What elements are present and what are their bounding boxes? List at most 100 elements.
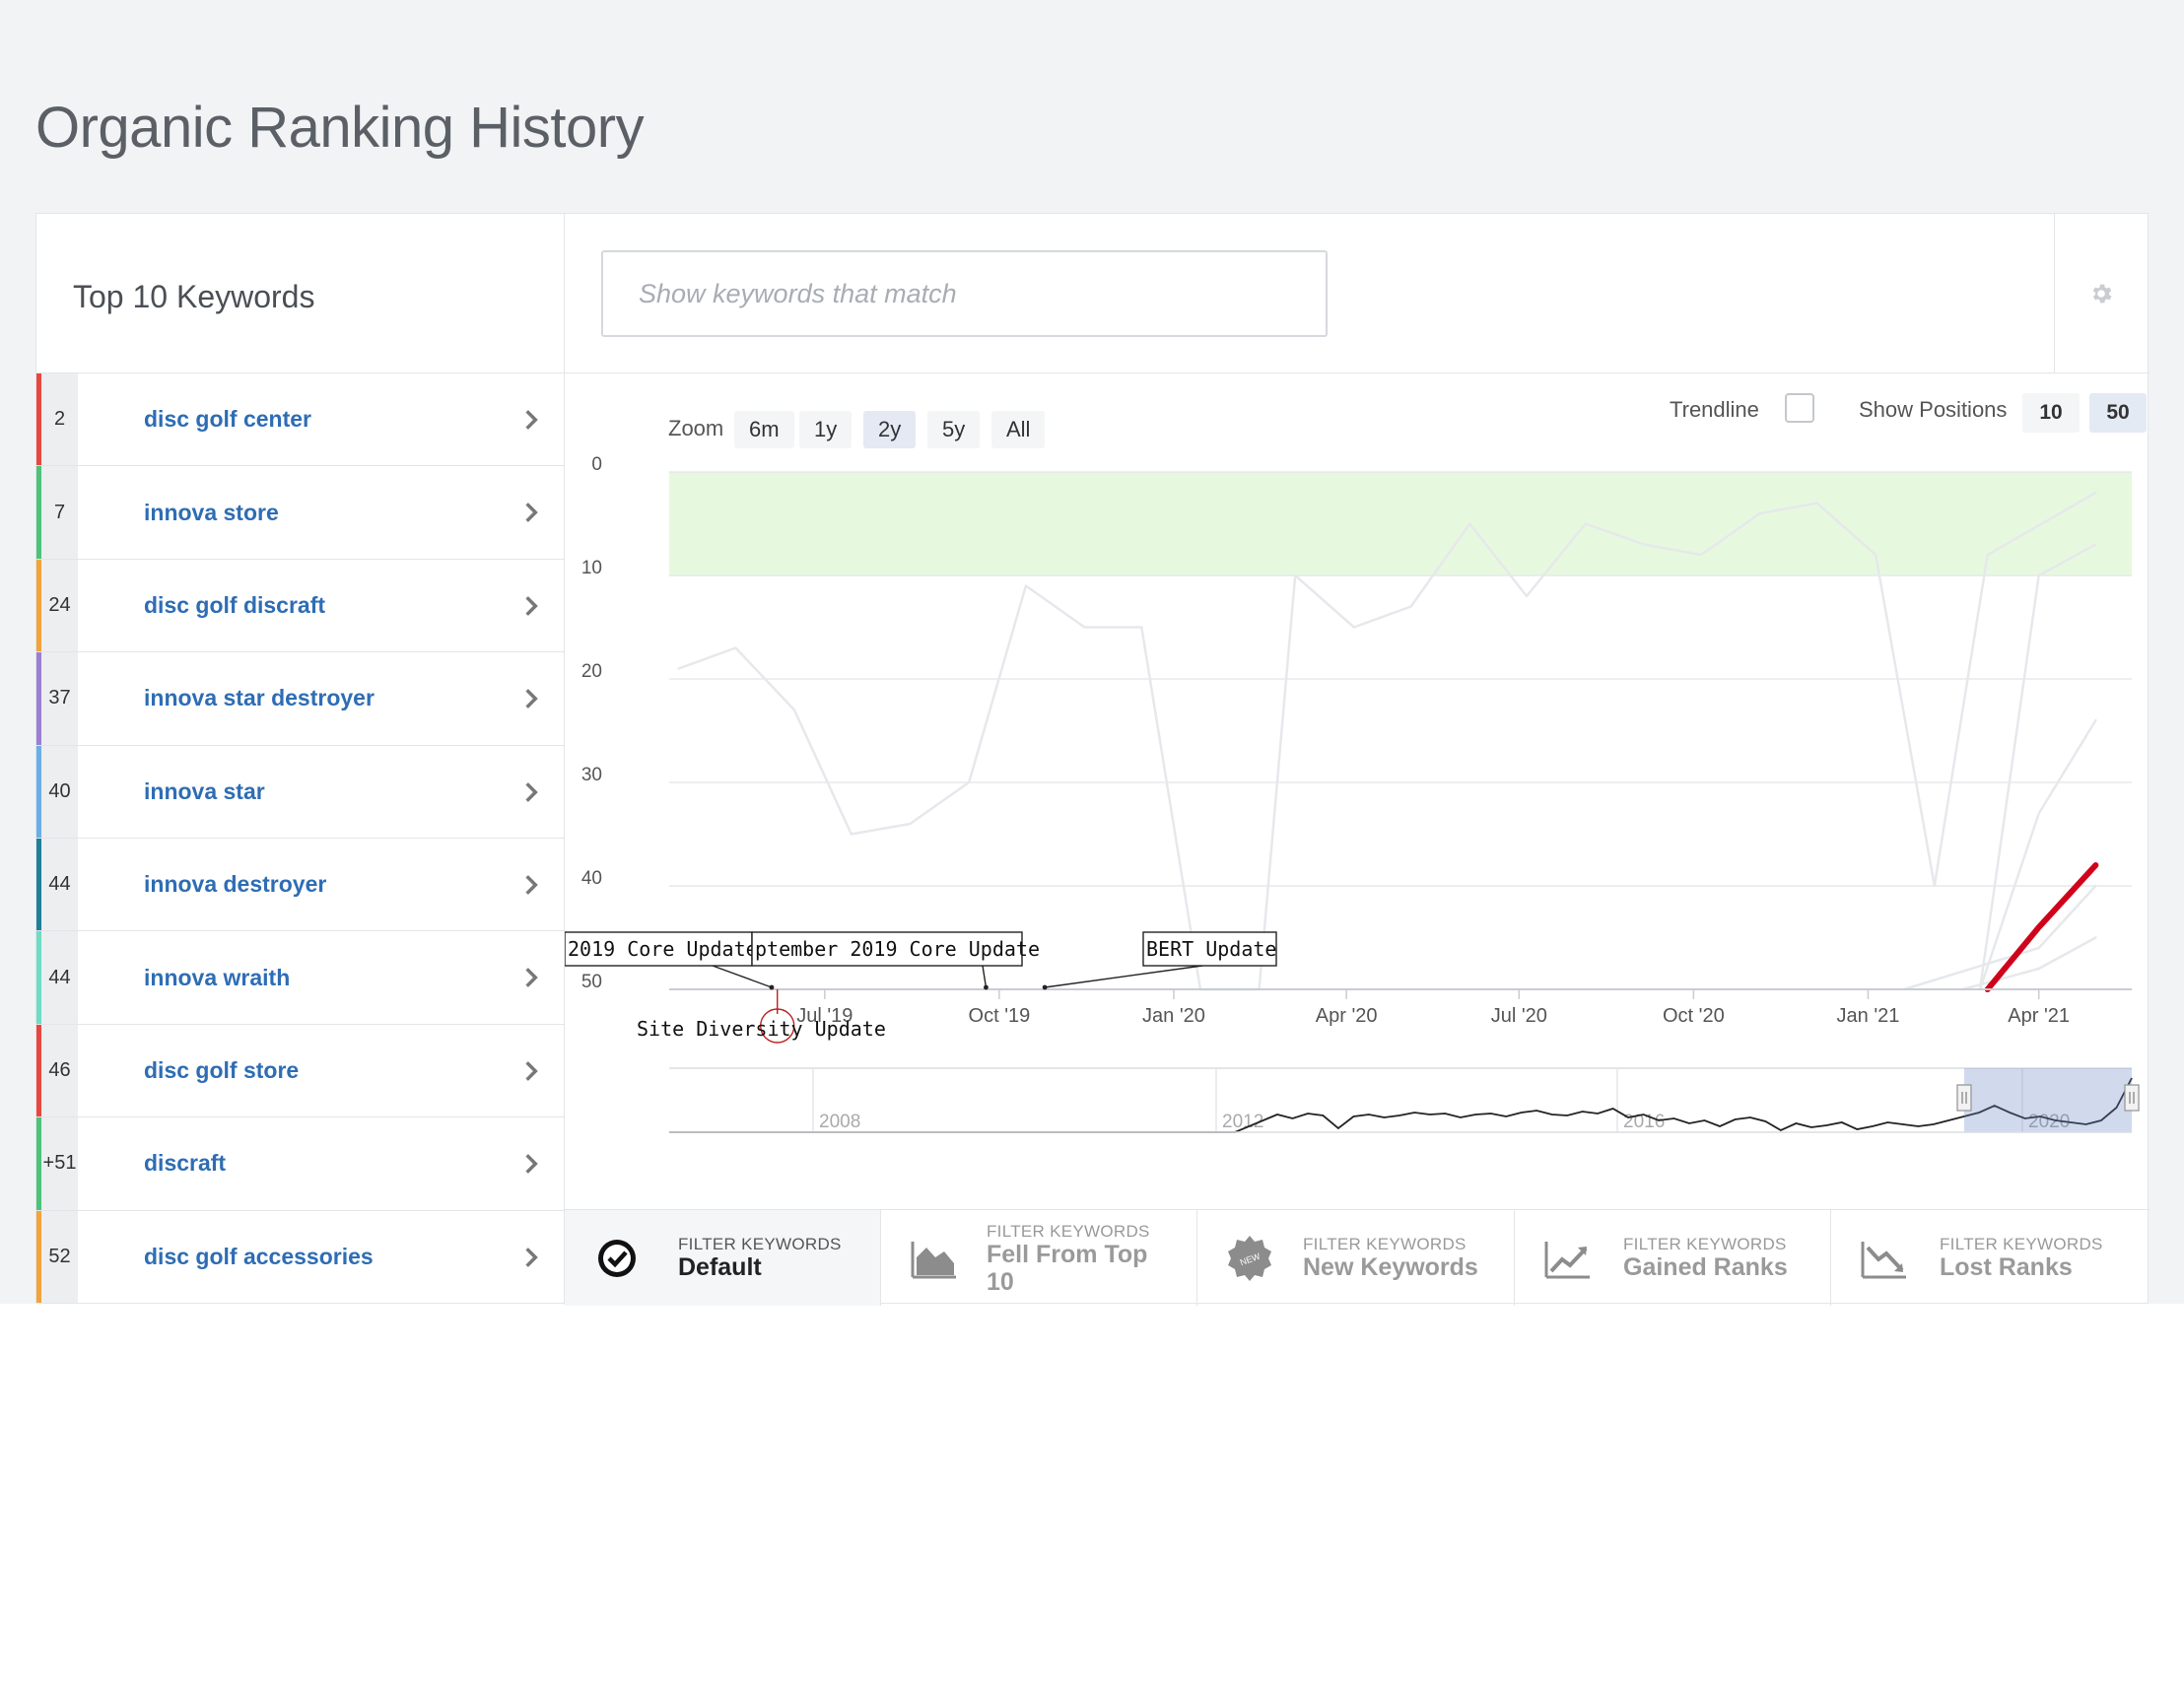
annotation-connector [712, 965, 773, 988]
filter-tab-fell-from-top-10[interactable]: FILTER KEYWORDS Fell From Top 10 [881, 1210, 1197, 1306]
navigator-handle[interactable] [2124, 1084, 2140, 1112]
annotation-flag-label: ptember 2019 Core Update [755, 937, 1040, 961]
new-badge-icon: NEW [1228, 1236, 1271, 1281]
area-chart-icon [911, 1242, 956, 1279]
annotation-point [769, 984, 775, 990]
x-tick-label: Jan '20 [1142, 1005, 1205, 1027]
keyword-rank: 52 [41, 1210, 78, 1303]
filter-tab-label: Gained Ranks [1623, 1253, 1788, 1281]
keyword-row[interactable]: 40 innova star [36, 745, 564, 839]
keyword-rank: 44 [41, 931, 78, 1024]
filter-tab-default[interactable]: FILTER KEYWORDS Default [565, 1210, 881, 1306]
filter-tab-label: Lost Ranks [1940, 1253, 2073, 1281]
filter-tab-label: New Keywords [1303, 1253, 1478, 1281]
ranking-chart-area: Zoom 6m 1y 2y 5y All Trendline Show Position… [565, 373, 2150, 1209]
keyword-rank: 46 [41, 1024, 78, 1117]
chevron-right-icon [525, 689, 538, 709]
keyword-row[interactable]: 44 innova destroyer [36, 838, 564, 932]
navigator-selection [1964, 1068, 2132, 1132]
keyword-rank: 40 [41, 745, 78, 838]
chevron-right-icon [525, 875, 538, 895]
keyword-label: innova wraith [144, 964, 291, 990]
keyword-list: 2 disc golf center 7 innova store 24 disc gol… [36, 373, 565, 1305]
filter-small-label: FILTER KEYWORDS [1623, 1235, 1787, 1253]
filter-tab-gained-ranks[interactable]: FILTER KEYWORDS Gained Ranks [1515, 1210, 1831, 1306]
keyword-rank: 44 [41, 838, 78, 931]
keywords-title: Top 10 Keywords [73, 279, 315, 314]
annotation-flag-label: BERT Update [1146, 937, 1276, 961]
annotation-point [984, 984, 989, 990]
top-10-band [669, 472, 2132, 575]
chevron-right-icon [525, 503, 538, 523]
y-tick-label: 50 [581, 972, 602, 992]
y-tick-label: 10 [581, 558, 602, 578]
keywords-header: Top 10 Keywords [36, 214, 565, 373]
check-circle-icon [598, 1240, 636, 1277]
x-tick-label: Apr '20 [1316, 1005, 1378, 1027]
x-tick-label: Apr '21 [2008, 1005, 2070, 1027]
keyword-rank: 2 [41, 373, 78, 466]
navigator-tick-label: 2008 [819, 1112, 860, 1132]
filter-small-label: FILTER KEYWORDS [678, 1235, 842, 1253]
chevron-right-icon [525, 1154, 538, 1175]
annotation-label: Site Diversity Update [637, 1017, 886, 1041]
x-tick-label: Oct '19 [969, 1005, 1031, 1027]
keyword-label: disc golf center [144, 406, 311, 433]
ranking-panel: Top 10 Keywords 2 disc golf center 7 innova… [35, 213, 2150, 1306]
keyword-label: innova destroyer [144, 871, 327, 898]
keyword-rank: 24 [41, 559, 78, 652]
filter-small-label: FILTER KEYWORDS [1940, 1235, 2103, 1253]
annotation-connector [1045, 965, 1203, 988]
filter-tab-label: Default [678, 1253, 762, 1281]
ranking-line-chart[interactable]: 01020304050Jul '19 Oct '19 Jan '20 Apr '20 J… [565, 373, 2150, 1209]
x-tick-label: Jan '21 [1837, 1005, 1900, 1027]
keyword-row[interactable]: 7 innova store [36, 466, 564, 560]
y-tick-label: 0 [591, 454, 602, 475]
keyword-rank: 7 [41, 466, 78, 559]
search-area [565, 214, 2055, 373]
keyword-rank: +51 [41, 1117, 78, 1210]
keyword-label: discraft [144, 1150, 227, 1177]
keyword-row[interactable]: 44 innova wraith [36, 931, 564, 1025]
trend-down-icon [1861, 1242, 1906, 1279]
keyword-row[interactable]: 46 disc golf store [36, 1024, 564, 1118]
keyword-row[interactable]: 2 disc golf center [36, 373, 564, 467]
chevron-right-icon [525, 781, 538, 802]
chevron-right-icon [525, 968, 538, 988]
page-title: Organic Ranking History [35, 96, 645, 160]
filter-tab-new-keywords[interactable]: NEW FILTER KEYWORDS New Keywords [1197, 1210, 1515, 1306]
filter-bar: FILTER KEYWORDS Default FILTER KEYWORDS Fel… [565, 1209, 2150, 1306]
keyword-label: innova store [144, 499, 279, 525]
y-tick-label: 30 [581, 765, 602, 785]
annotation-point [1042, 984, 1048, 990]
annotation-connector [982, 965, 988, 988]
annotation-flag-label: 2019 Core Update [568, 937, 758, 961]
navigator-series-line [669, 1077, 2133, 1133]
filter-tab-lost-ranks[interactable]: FILTER KEYWORDS Lost Ranks [1831, 1210, 2150, 1306]
trend-up-icon [1544, 1242, 1590, 1279]
chevron-right-icon [525, 595, 538, 616]
keyword-label: disc golf discraft [144, 591, 326, 618]
series-line [1978, 543, 2097, 991]
keyword-row[interactable]: 52 disc golf accessories [36, 1210, 564, 1304]
keyword-label: disc golf store [144, 1056, 300, 1083]
chevron-right-icon [525, 1247, 538, 1267]
y-tick-label: 40 [581, 868, 602, 889]
chevron-right-icon [525, 410, 538, 430]
keyword-label: disc golf accessories [144, 1243, 374, 1269]
highlighted-series-line [1984, 862, 2099, 992]
keyword-rank: 37 [41, 652, 78, 745]
y-tick-label: 20 [581, 661, 602, 682]
gear-icon[interactable] [2088, 281, 2114, 306]
navigator-handle[interactable] [1956, 1084, 1972, 1112]
filter-small-label: FILTER KEYWORDS [1303, 1235, 1467, 1253]
x-tick-label: Jul '20 [1491, 1005, 1547, 1027]
keyword-search-input[interactable] [601, 250, 1328, 337]
settings-cell [2055, 214, 2150, 373]
keyword-label: innova star destroyer [144, 685, 375, 711]
keyword-row[interactable]: 24 disc golf discraft [36, 559, 564, 653]
keyword-row[interactable]: 37 innova star destroyer [36, 652, 564, 746]
chevron-right-icon [525, 1060, 538, 1081]
keyword-row[interactable]: +51 discraft [36, 1117, 564, 1211]
filter-small-label: FILTER KEYWORDS [987, 1222, 1150, 1241]
